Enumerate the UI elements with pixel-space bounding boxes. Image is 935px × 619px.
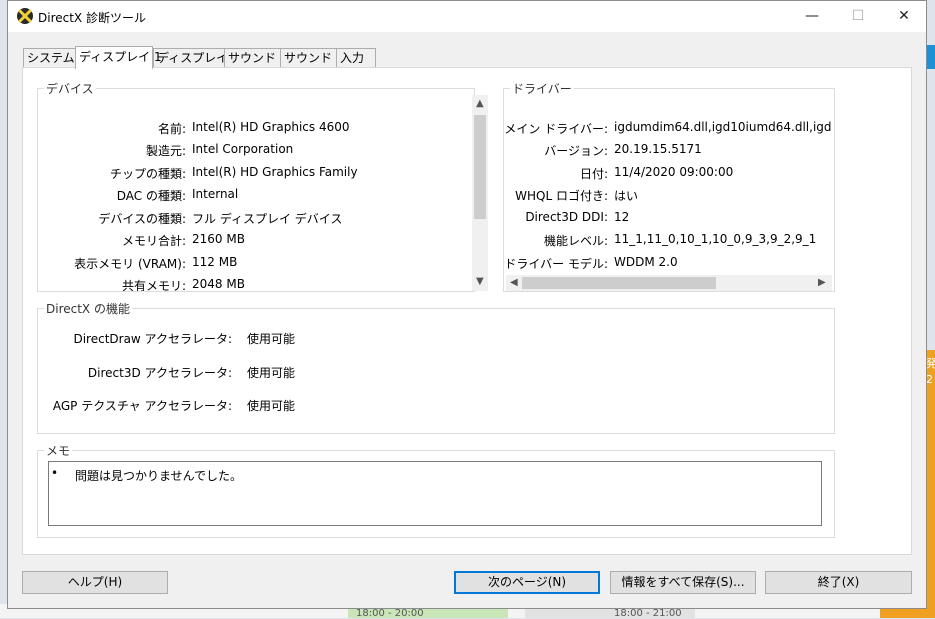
device-name-label: 名前: bbox=[157, 122, 186, 136]
drivers-group: ドライバー メイン ドライバー: igdumdim64.dll,igd10ium… bbox=[503, 80, 835, 292]
driver-version-label: バージョン: bbox=[544, 144, 608, 158]
directdraw-accel-label: DirectDraw アクセラレータ: bbox=[73, 332, 232, 346]
save-all-info-button[interactable]: 情報をすべて保存(S)... bbox=[610, 571, 756, 594]
d3d-ddi-label: Direct3D DDI: bbox=[525, 210, 608, 224]
device-group-title: デバイス bbox=[44, 80, 96, 97]
dxdiag-window: DirectX 診断ツール — ☐ ✕ システム ディスプレイ 1 ディスプレイ… bbox=[7, 0, 927, 609]
device-scroll-thumb[interactable] bbox=[474, 115, 486, 219]
exit-button[interactable]: 終了(X) bbox=[765, 571, 912, 594]
maximize-button[interactable]: ☐ bbox=[835, 1, 881, 32]
scroll-left-arrow-icon[interactable]: ◀ bbox=[510, 278, 518, 288]
minimize-button[interactable]: — bbox=[789, 1, 835, 32]
tab-system[interactable]: システム bbox=[23, 48, 76, 67]
feature-levels-label: 機能レベル: bbox=[543, 234, 608, 248]
main-driver-value: igdumdim64.dll,igd10iumd64.dll,igd10iur bbox=[614, 120, 832, 134]
device-group: デバイス 名前: Intel(R) HD Graphics 4600 製造元: … bbox=[37, 80, 488, 292]
chip-type-label: チップの種類: bbox=[109, 167, 186, 181]
features-group-title: DirectX の機能 bbox=[44, 300, 132, 317]
title-bar[interactable]: DirectX 診断ツール — ☐ ✕ bbox=[8, 1, 926, 32]
manufacturer-label: 製造元: bbox=[145, 144, 186, 158]
next-page-button[interactable]: 次のページ(N) bbox=[454, 571, 600, 594]
device-type-label: デバイスの種類: bbox=[98, 212, 186, 226]
notes-group-title: メモ bbox=[44, 442, 73, 459]
agp-accel-label: AGP テクスチャ アクセラレータ: bbox=[52, 399, 232, 413]
agp-accel-value: 使用可能 bbox=[247, 399, 296, 413]
close-button[interactable]: ✕ bbox=[881, 1, 927, 32]
drivers-horizontal-scrollbar[interactable]: ◀ ▶ bbox=[506, 275, 832, 291]
whql-value: はい bbox=[614, 189, 639, 203]
chip-type-value: Intel(R) HD Graphics Family bbox=[192, 165, 358, 179]
window-title: DirectX 診断ツール bbox=[38, 11, 146, 25]
drivers-scroll-thumb[interactable] bbox=[522, 277, 716, 289]
tab-display-2[interactable]: ディスプレイ 2 bbox=[153, 48, 240, 67]
total-memory-label: メモリ合計: bbox=[121, 234, 186, 248]
feature-levels-value: 11_1,11_0,10_1,10_0,9_3,9_2,9_1 bbox=[614, 232, 817, 246]
scroll-down-arrow-icon[interactable]: ▼ bbox=[476, 277, 484, 287]
total-memory-value: 2160 MB bbox=[192, 232, 245, 246]
shared-memory-label: 共有メモリ: bbox=[121, 279, 186, 291]
tab-sound-2[interactable]: サウンド 2 bbox=[280, 48, 343, 67]
directdraw-accel-value: 使用可能 bbox=[247, 332, 296, 346]
directx-features-group: DirectX の機能 DirectDraw アクセラレータ: 使用可能 Dir… bbox=[37, 300, 835, 434]
shared-memory-value: 2048 MB bbox=[192, 277, 245, 291]
scroll-up-arrow-icon[interactable]: ▲ bbox=[476, 99, 484, 109]
driver-date-value: 11/4/2020 09:00:00 bbox=[614, 165, 734, 179]
notes-bullet: • bbox=[51, 466, 59, 480]
dac-type-label: DAC の種類: bbox=[116, 189, 186, 203]
tab-display-1[interactable]: ディスプレイ 1 bbox=[75, 46, 162, 69]
manufacturer-value: Intel Corporation bbox=[192, 142, 294, 156]
tab-sound-1[interactable]: サウンド 1 bbox=[224, 48, 287, 67]
vram-label: 表示メモリ (VRAM): bbox=[74, 257, 186, 271]
tab-input[interactable]: 入力 bbox=[336, 48, 376, 67]
directx-icon bbox=[17, 8, 33, 24]
notes-text: 問題は見つかりませんでした。 bbox=[75, 469, 243, 483]
drivers-group-title: ドライバー bbox=[510, 80, 574, 97]
driver-version-value: 20.19.15.5171 bbox=[614, 142, 702, 156]
dac-type-value: Internal bbox=[192, 187, 239, 201]
help-button[interactable]: ヘルプ(H) bbox=[22, 571, 168, 594]
device-type-value: フル ディスプレイ デバイス bbox=[192, 212, 343, 226]
driver-model-label: ドライバー モデル: bbox=[504, 257, 608, 271]
notes-textbox[interactable]: • 問題は見つかりませんでした。 bbox=[48, 461, 822, 526]
device-name-value: Intel(R) HD Graphics 4600 bbox=[192, 120, 350, 134]
whql-label: WHQL ロゴ付き: bbox=[515, 189, 608, 203]
main-driver-label: メイン ドライバー: bbox=[504, 122, 608, 136]
driver-model-value: WDDM 2.0 bbox=[614, 255, 678, 269]
background-orange-text: 発 2 bbox=[926, 357, 935, 386]
direct3d-accel-label: Direct3D アクセラレータ: bbox=[87, 366, 232, 380]
driver-date-label: 日付: bbox=[579, 167, 608, 181]
direct3d-accel-value: 使用可能 bbox=[247, 366, 296, 380]
scroll-right-arrow-icon[interactable]: ▶ bbox=[818, 278, 826, 288]
d3d-ddi-value: 12 bbox=[614, 210, 630, 224]
device-vertical-scrollbar[interactable]: ▲ ▼ bbox=[472, 95, 488, 291]
vram-value: 112 MB bbox=[192, 255, 238, 269]
